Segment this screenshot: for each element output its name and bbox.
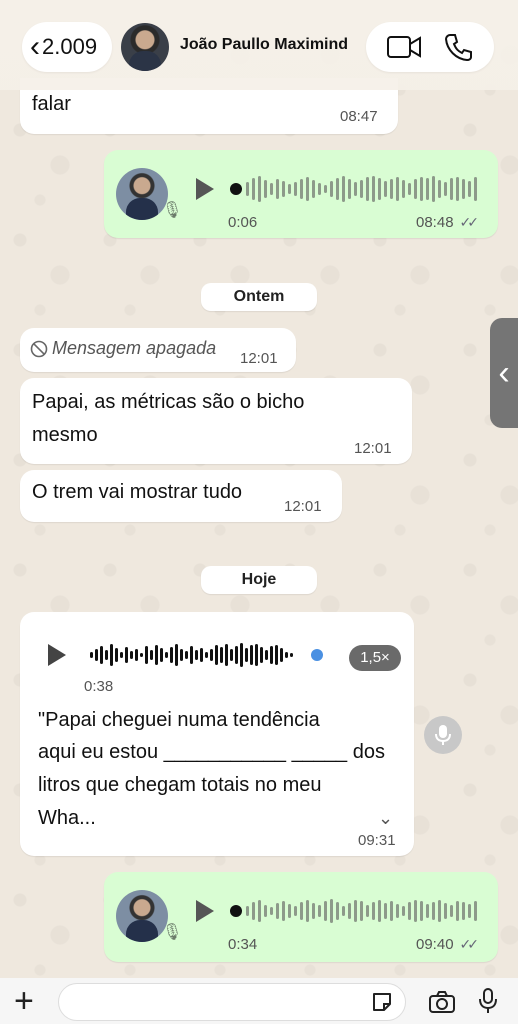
audio-duration: 0:38 (84, 678, 114, 695)
outgoing-voice-message[interactable]: 🎙 0:06 08:48 ✓✓ (104, 150, 498, 238)
play-button[interactable] (196, 900, 214, 922)
read-ticks-icon: ✓✓ (459, 936, 480, 952)
block-icon (30, 340, 48, 358)
phone-icon[interactable] (444, 32, 474, 62)
microphone-icon[interactable] (478, 987, 498, 1015)
transcript-line: Wha... (38, 807, 96, 829)
message-time: 12:01 (354, 440, 392, 457)
playback-speed-button[interactable]: 1,5× (349, 645, 401, 671)
playhead[interactable] (230, 183, 242, 195)
sender-avatar (116, 168, 168, 220)
chevron-left-icon: ‹ (30, 30, 40, 63)
message-text-line: mesmo (32, 424, 98, 446)
voice-waveform[interactable] (246, 174, 477, 204)
message-input[interactable] (58, 983, 406, 1021)
play-button[interactable] (196, 178, 214, 200)
transcript-line: "Papai cheguei numa tendência (38, 709, 320, 731)
side-panel-handle[interactable]: ‹ (490, 318, 518, 428)
expand-transcript-chevron-icon[interactable]: ⌄ (378, 808, 393, 829)
voice-waveform[interactable] (246, 896, 477, 926)
transcribe-microphone-icon[interactable] (424, 716, 462, 754)
chat-header: ‹ 2.009 João Paullo Maximind (0, 0, 518, 90)
video-camera-icon[interactable] (386, 34, 424, 60)
audio-waveform[interactable] (90, 640, 293, 670)
playhead[interactable] (230, 905, 242, 917)
play-button[interactable] (48, 644, 66, 666)
voice-duration: 0:06 (228, 214, 258, 231)
compose-bar: + (0, 978, 518, 1024)
plus-icon[interactable]: + (14, 978, 34, 1024)
call-actions (366, 22, 494, 72)
message-time: 12:01 (240, 350, 278, 367)
microphone-icon: 🎙 (162, 924, 183, 941)
camera-icon[interactable] (428, 990, 456, 1014)
message-text: O trem vai mostrar tudo (32, 481, 243, 503)
deleted-message[interactable]: Mensagem apagada 12:01 (20, 328, 296, 372)
sender-avatar (116, 890, 168, 942)
sticker-icon[interactable] (371, 991, 393, 1013)
chevron-left-icon: ‹ (498, 353, 510, 392)
read-ticks-icon: ✓✓ (459, 214, 480, 230)
message-text-line: Papai, as métricas são o bicho (32, 391, 305, 413)
message-time: 09:40 ✓✓ (416, 936, 480, 953)
transcript-line: litros que chegam totais no meu (38, 774, 322, 796)
deleted-text: Mensagem apagada (52, 338, 217, 358)
contact-name[interactable]: João Paullo Maximind (180, 36, 348, 54)
microphone-icon: 🎙 (162, 202, 183, 219)
audio-progress-dot[interactable] (311, 649, 323, 661)
outgoing-voice-message[interactable]: 🎙 0:34 09:40 ✓✓ (104, 872, 498, 962)
voice-duration: 0:34 (228, 936, 258, 953)
message-time: 08:47 (340, 108, 378, 125)
message-time: 09:31 (358, 832, 396, 849)
message-time: 08:48 ✓✓ (416, 214, 480, 231)
unread-count: 2.009 (42, 34, 98, 59)
date-separator: Hoje (201, 566, 317, 594)
back-button[interactable]: ‹ 2.009 (22, 22, 112, 72)
incoming-message[interactable]: O trem vai mostrar tudo 12:01 (20, 470, 342, 522)
contact-avatar[interactable] (121, 23, 169, 71)
message-time: 12:01 (284, 498, 322, 515)
message-text: falar (32, 93, 71, 115)
date-separator: Ontem (201, 283, 317, 311)
transcript-line: aqui eu estou ___________ _____ dos (38, 741, 385, 763)
incoming-message[interactable]: Papai, as métricas são o bicho mesmo 12:… (20, 378, 412, 464)
